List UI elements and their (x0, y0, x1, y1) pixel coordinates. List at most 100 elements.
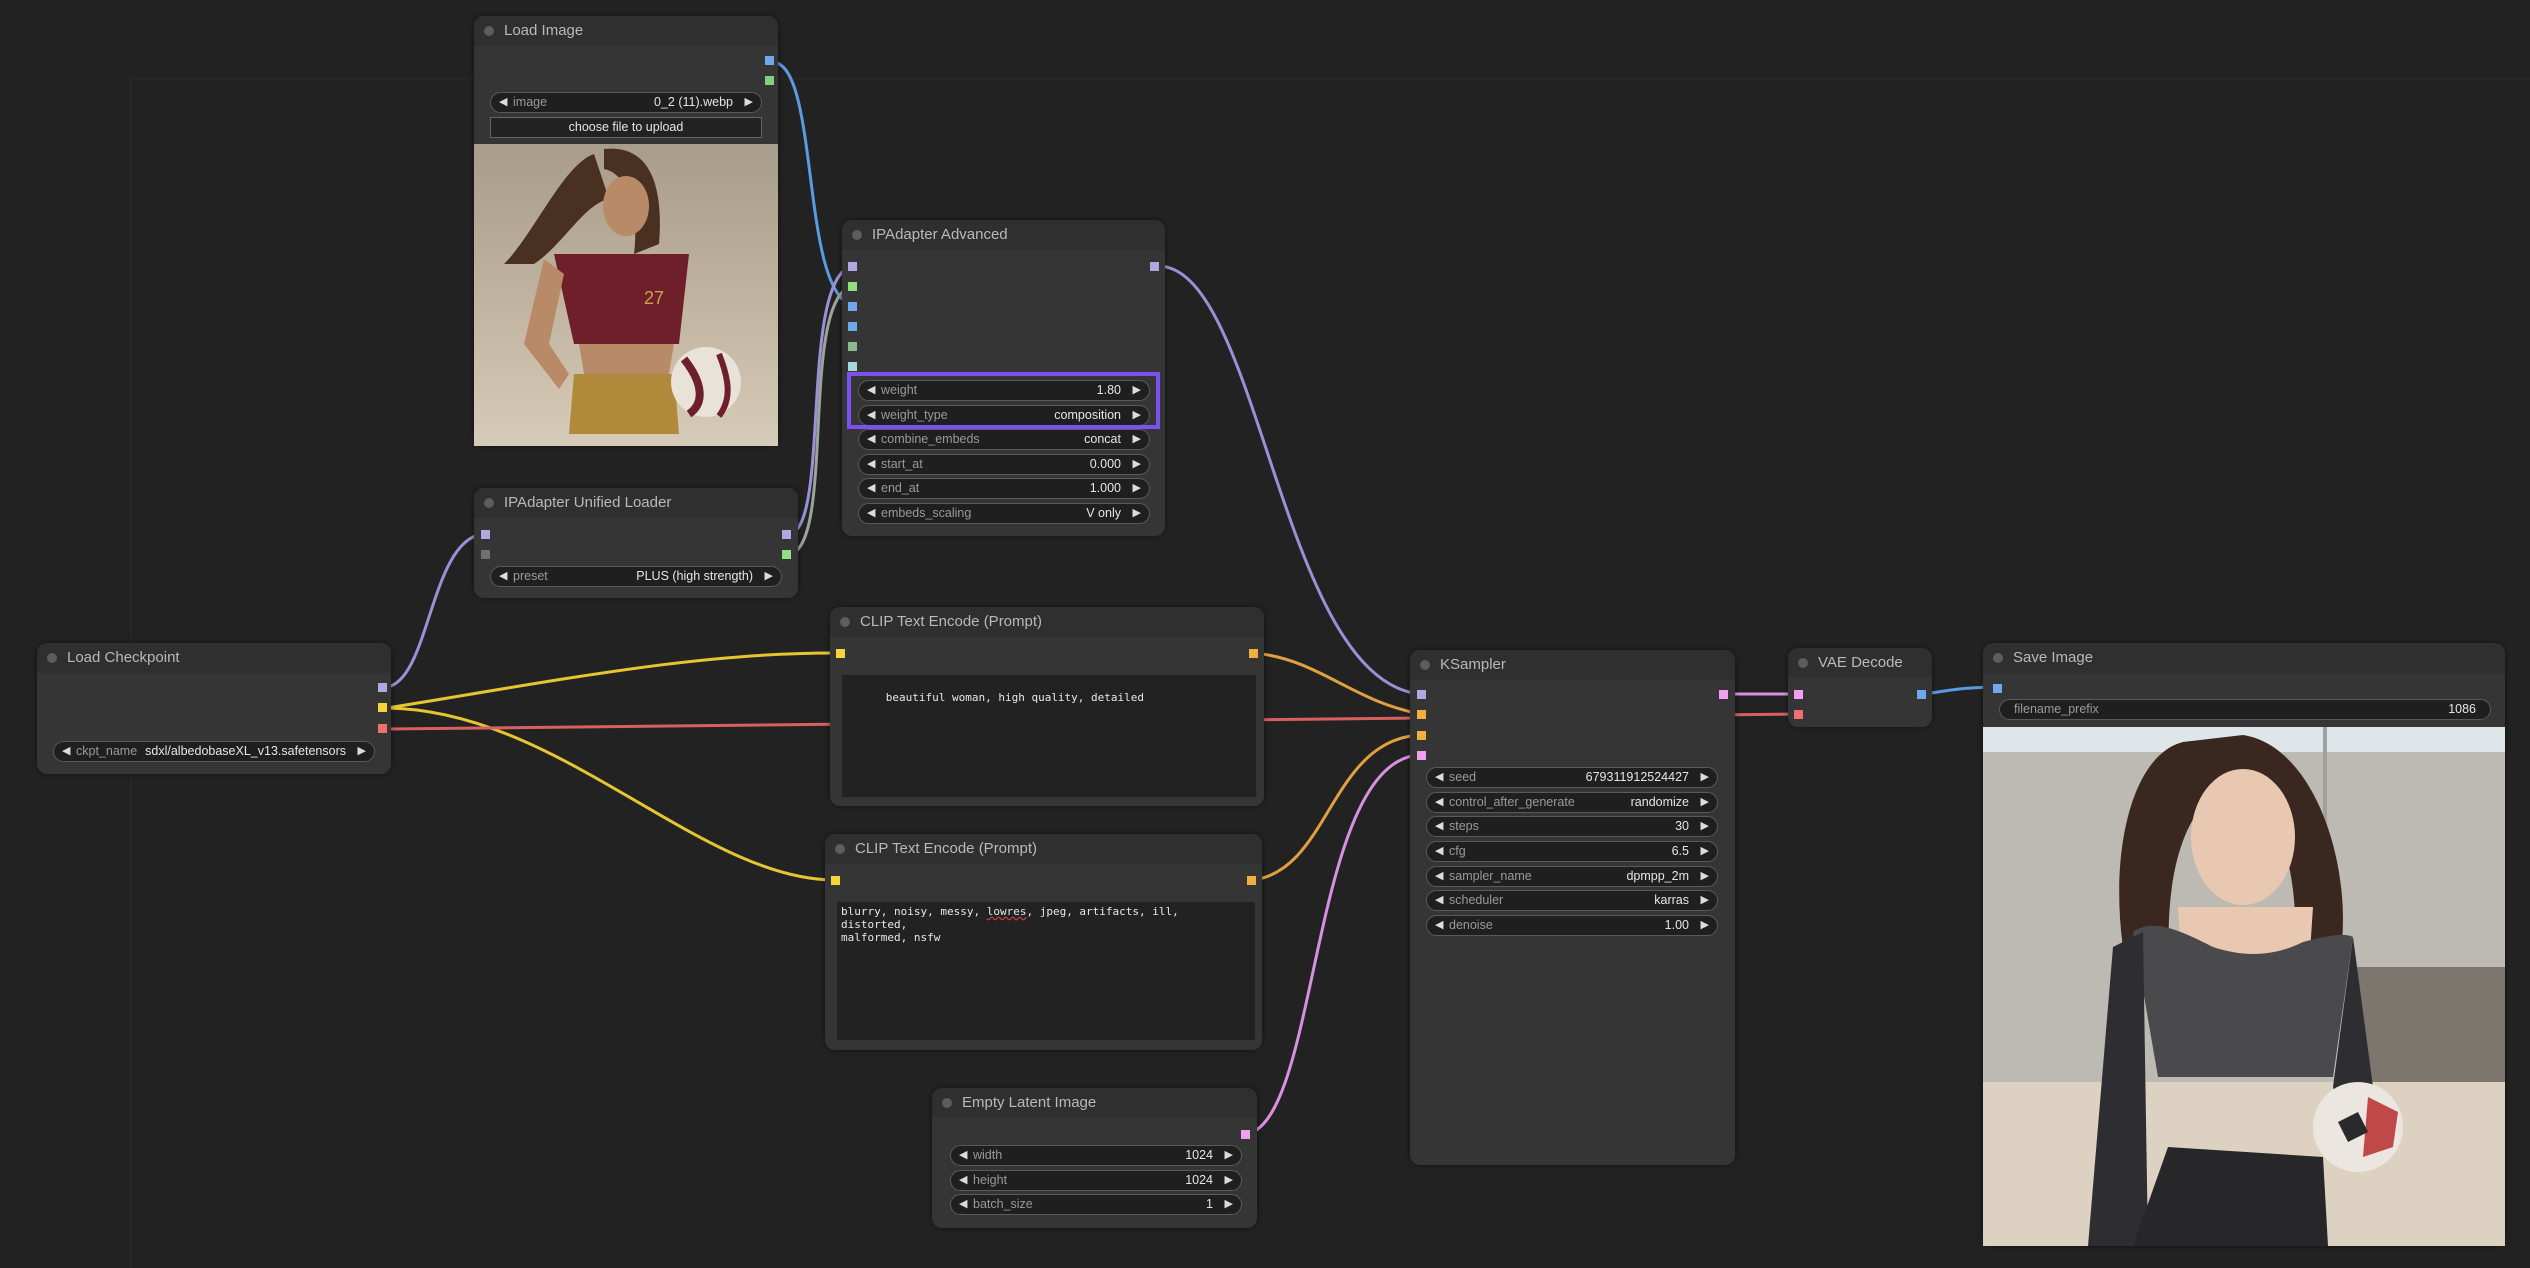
arrow-left-icon[interactable]: ◀ (1435, 916, 1443, 935)
arrow-right-icon[interactable]: ▶ (1701, 793, 1709, 812)
arrow-right-icon[interactable]: ▶ (1225, 1171, 1233, 1190)
output-slot-model[interactable] (1150, 262, 1159, 271)
arrow-right-icon[interactable]: ▶ (1701, 768, 1709, 787)
arrow-right-icon[interactable]: ▶ (1133, 430, 1141, 449)
input-slot-image[interactable] (848, 302, 857, 311)
collapse-dot-icon[interactable] (852, 230, 862, 240)
collapse-dot-icon[interactable] (942, 1098, 952, 1108)
output-slot-mask[interactable] (765, 76, 774, 85)
node-title-bar[interactable]: IPAdapter Unified Loader (474, 488, 798, 518)
node-title-bar[interactable]: Load Checkpoint (37, 643, 391, 673)
arrow-right-icon[interactable]: ▶ (358, 742, 366, 761)
arrow-left-icon[interactable]: ◀ (959, 1195, 967, 1214)
arrow-left-icon[interactable]: ◀ (1435, 842, 1443, 861)
node-title-bar[interactable]: IPAdapter Advanced (842, 220, 1165, 250)
arrow-right-icon[interactable]: ▶ (1133, 504, 1141, 523)
arrow-left-icon[interactable]: ◀ (867, 504, 875, 523)
node-title-bar[interactable]: Empty Latent Image (932, 1088, 1257, 1118)
widget-steps[interactable]: ◀ steps 30 ▶ (1426, 816, 1718, 837)
prompt-textarea-positive[interactable]: beautiful woman, high quality, detailed (842, 675, 1256, 797)
widget-control-after-generate[interactable]: ◀ control_after_generate randomize ▶ (1426, 792, 1718, 813)
input-slot-ipadapter[interactable] (848, 282, 857, 291)
node-vae-decode[interactable]: VAE Decode (1788, 648, 1932, 727)
arrow-left-icon[interactable]: ◀ (959, 1146, 967, 1165)
widget-width[interactable]: ◀ width 1024 ▶ (950, 1145, 1242, 1166)
collapse-dot-icon[interactable] (1420, 660, 1430, 670)
widget-height[interactable]: ◀ height 1024 ▶ (950, 1170, 1242, 1191)
node-ksampler[interactable]: KSampler ◀ seed 679311912524427 ▶ ◀ cont… (1410, 650, 1735, 1165)
node-load-checkpoint[interactable]: Load Checkpoint ◀ ckpt_name sdxl/albedob… (37, 643, 391, 774)
widget-filename-prefix[interactable]: filename_prefix 1086 (1999, 699, 2491, 720)
arrow-right-icon[interactable]: ▶ (1701, 891, 1709, 910)
node-title-bar[interactable]: VAE Decode (1788, 648, 1932, 678)
output-slot-vae[interactable] (378, 724, 387, 733)
node-canvas[interactable]: Load Image ◀ image 0_2 (11).webp ▶ choos… (0, 0, 2530, 1268)
input-slot-clip-vision[interactable] (848, 362, 857, 371)
node-title-bar[interactable]: CLIP Text Encode (Prompt) (830, 607, 1264, 637)
output-slot-conditioning[interactable] (1249, 649, 1258, 658)
input-slot-positive[interactable] (1417, 710, 1426, 719)
collapse-dot-icon[interactable] (484, 498, 494, 508)
input-slot-vae[interactable] (1794, 710, 1803, 719)
node-ipadapter-advanced[interactable]: IPAdapter Advanced ◀ weight 1.80 ▶ ◀ wei… (842, 220, 1165, 536)
collapse-dot-icon[interactable] (47, 653, 57, 663)
output-slot-clip[interactable] (378, 703, 387, 712)
widget-denoise[interactable]: ◀ denoise 1.00 ▶ (1426, 915, 1718, 936)
collapse-dot-icon[interactable] (484, 26, 494, 36)
collapse-dot-icon[interactable] (1993, 653, 2003, 663)
input-slot-model[interactable] (481, 530, 490, 539)
collapse-dot-icon[interactable] (1798, 658, 1808, 668)
arrow-left-icon[interactable]: ◀ (1435, 768, 1443, 787)
output-slot-latent[interactable] (1719, 690, 1728, 699)
input-slot-clip[interactable] (836, 649, 845, 658)
widget-sampler-name[interactable]: ◀ sampler_name dpmpp_2m ▶ (1426, 866, 1718, 887)
input-slot-clip[interactable] (831, 876, 840, 885)
output-slot-model[interactable] (782, 530, 791, 539)
arrow-left-icon[interactable]: ◀ (1435, 867, 1443, 886)
prompt-textarea-negative[interactable]: blurry, noisy, messy, lowres, jpeg, arti… (837, 902, 1255, 1040)
arrow-left-icon[interactable]: ◀ (1435, 891, 1443, 910)
widget-cfg[interactable]: ◀ cfg 6.5 ▶ (1426, 841, 1718, 862)
input-slot-image-negative[interactable] (848, 322, 857, 331)
arrow-left-icon[interactable]: ◀ (62, 742, 70, 761)
arrow-left-icon[interactable]: ◀ (867, 455, 875, 474)
arrow-right-icon[interactable]: ▶ (1225, 1195, 1233, 1214)
input-slot-ipadapter[interactable] (481, 550, 490, 559)
widget-ckpt-name[interactable]: ◀ ckpt_name sdxl/albedobaseXL_v13.safete… (53, 741, 375, 762)
arrow-right-icon[interactable]: ▶ (765, 567, 773, 586)
arrow-left-icon[interactable]: ◀ (959, 1171, 967, 1190)
arrow-right-icon[interactable]: ▶ (1701, 817, 1709, 836)
upload-button[interactable]: choose file to upload (490, 117, 762, 138)
arrow-right-icon[interactable]: ▶ (1701, 916, 1709, 935)
node-title-bar[interactable]: Save Image (1983, 643, 2505, 673)
collapse-dot-icon[interactable] (835, 844, 845, 854)
arrow-left-icon[interactable]: ◀ (499, 567, 507, 586)
node-ipadapter-unified-loader[interactable]: IPAdapter Unified Loader ◀ preset PLUS (… (474, 488, 798, 598)
output-slot-model[interactable] (378, 683, 387, 692)
arrow-left-icon[interactable]: ◀ (499, 93, 507, 112)
node-clip-text-encode-negative[interactable]: CLIP Text Encode (Prompt) blurry, noisy,… (825, 834, 1262, 1050)
input-slot-model[interactable] (1417, 690, 1426, 699)
node-clip-text-encode-positive[interactable]: CLIP Text Encode (Prompt) beautiful woma… (830, 607, 1264, 806)
output-slot-latent[interactable] (1241, 1130, 1250, 1139)
output-slot-image[interactable] (1917, 690, 1926, 699)
arrow-left-icon[interactable]: ◀ (867, 479, 875, 498)
arrow-left-icon[interactable]: ◀ (1435, 817, 1443, 836)
node-save-image[interactable]: Save Image filename_prefix 1086 (1983, 643, 2505, 1246)
widget-scheduler[interactable]: ◀ scheduler karras ▶ (1426, 890, 1718, 911)
arrow-right-icon[interactable]: ▶ (1133, 455, 1141, 474)
node-load-image[interactable]: Load Image ◀ image 0_2 (11).webp ▶ choos… (474, 16, 778, 446)
widget-seed[interactable]: ◀ seed 679311912524427 ▶ (1426, 767, 1718, 788)
arrow-right-icon[interactable]: ▶ (1701, 867, 1709, 886)
arrow-right-icon[interactable]: ▶ (1133, 479, 1141, 498)
input-slot-latent[interactable] (1417, 751, 1426, 760)
output-slot-conditioning[interactable] (1247, 876, 1256, 885)
input-slot-model[interactable] (848, 262, 857, 271)
input-slot-negative[interactable] (1417, 731, 1426, 740)
arrow-right-icon[interactable]: ▶ (1701, 842, 1709, 861)
node-title-bar[interactable]: CLIP Text Encode (Prompt) (825, 834, 1262, 864)
output-slot-image[interactable] (765, 56, 774, 65)
node-title-bar[interactable]: Load Image (474, 16, 778, 46)
node-empty-latent-image[interactable]: Empty Latent Image ◀ width 1024 ▶ ◀ heig… (932, 1088, 1257, 1228)
widget-end-at[interactable]: ◀ end_at 1.000 ▶ (858, 478, 1150, 499)
